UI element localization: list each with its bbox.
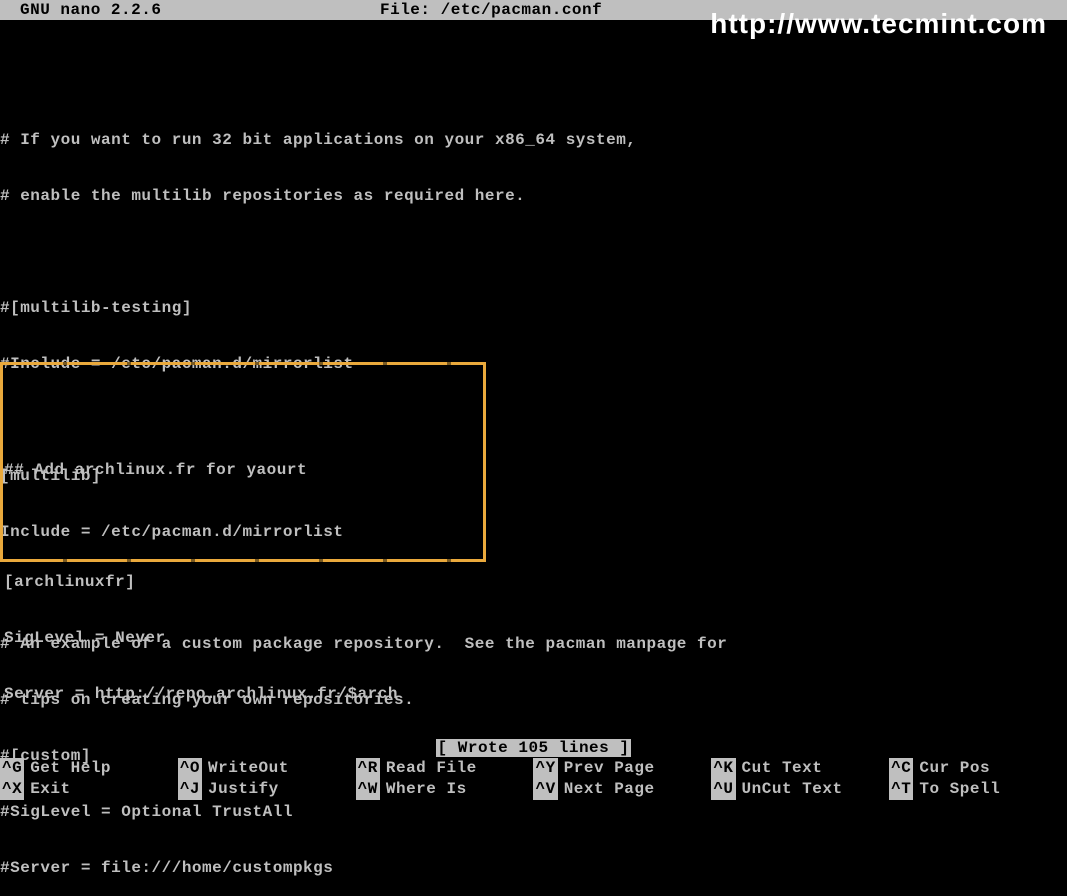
shortcut-writeout[interactable]: ^O WriteOut [178, 758, 356, 779]
shortcut-next-page[interactable]: ^V Next Page [533, 779, 711, 800]
shortcut-uncut-text[interactable]: ^U UnCut Text [711, 779, 889, 800]
highlighted-lines: ## Add archlinux.fr for yaourt [archlinu… [4, 368, 398, 722]
shortcut-label: Prev Page [558, 758, 655, 779]
shortcut-label: Justify [202, 779, 279, 800]
file-line [0, 74, 1067, 94]
shortcut-label: Where Is [380, 779, 467, 800]
shortcut-key: ^V [533, 779, 557, 800]
shortcut-justify[interactable]: ^J Justify [178, 779, 356, 800]
shortcut-label: To Spell [913, 779, 1000, 800]
shortcut-label: Read File [380, 758, 477, 779]
shortcut-read-file[interactable]: ^R Read File [356, 758, 534, 779]
file-line [4, 404, 398, 424]
shortcut-bar: ^G Get Help ^O WriteOut ^R Read File ^Y … [0, 758, 1067, 800]
status-line: [ Wrote 105 lines ] [0, 738, 1067, 758]
shortcut-key: ^X [0, 779, 24, 800]
shortcut-key: ^R [356, 758, 380, 779]
file-line: # If you want to run 32 bit applications… [0, 130, 1067, 150]
shortcut-key: ^T [889, 779, 913, 800]
app-name: GNU nano 2.2.6 [0, 0, 380, 20]
file-line [4, 516, 398, 536]
shortcut-cur-pos[interactable]: ^C Cur Pos [889, 758, 1067, 779]
watermark-text: http://www.tecmint.com [710, 8, 1047, 40]
shortcut-key: ^G [0, 758, 24, 779]
shortcut-label: Cur Pos [913, 758, 990, 779]
shortcut-key: ^K [711, 758, 735, 779]
file-line: [archlinuxfr] [4, 572, 398, 592]
file-line [0, 242, 1067, 262]
shortcut-prev-page[interactable]: ^Y Prev Page [533, 758, 711, 779]
shortcut-to-spell[interactable]: ^T To Spell [889, 779, 1067, 800]
shortcut-exit[interactable]: ^X Exit [0, 779, 178, 800]
shortcut-key: ^W [356, 779, 380, 800]
file-line: #Server = file:///home/custompkgs [0, 858, 1067, 878]
file-line: Server = http://repo.archlinux.fr/$arch [4, 684, 398, 704]
status-text: [ Wrote 105 lines ] [436, 739, 632, 757]
shortcut-label: Get Help [24, 758, 111, 779]
shortcut-cut-text[interactable]: ^K Cut Text [711, 758, 889, 779]
file-line: #[multilib-testing] [0, 298, 1067, 318]
shortcut-key: ^O [178, 758, 202, 779]
shortcut-where-is[interactable]: ^W Where Is [356, 779, 534, 800]
shortcut-key: ^U [711, 779, 735, 800]
file-line: # enable the multilib repositories as re… [0, 186, 1067, 206]
shortcut-label: Exit [24, 779, 70, 800]
shortcut-get-help[interactable]: ^G Get Help [0, 758, 178, 779]
shortcut-label: UnCut Text [736, 779, 843, 800]
file-line: ## Add archlinux.fr for yaourt [4, 460, 398, 480]
shortcut-key: ^J [178, 779, 202, 800]
file-line: #SigLevel = Optional TrustAll [0, 802, 1067, 822]
shortcut-label: WriteOut [202, 758, 289, 779]
shortcut-label: Next Page [558, 779, 655, 800]
file-line: SigLevel = Never [4, 628, 398, 648]
shortcut-label: Cut Text [736, 758, 823, 779]
file-label: File: /etc/pacman.conf [380, 0, 602, 20]
shortcut-key: ^C [889, 758, 913, 779]
shortcut-key: ^Y [533, 758, 557, 779]
